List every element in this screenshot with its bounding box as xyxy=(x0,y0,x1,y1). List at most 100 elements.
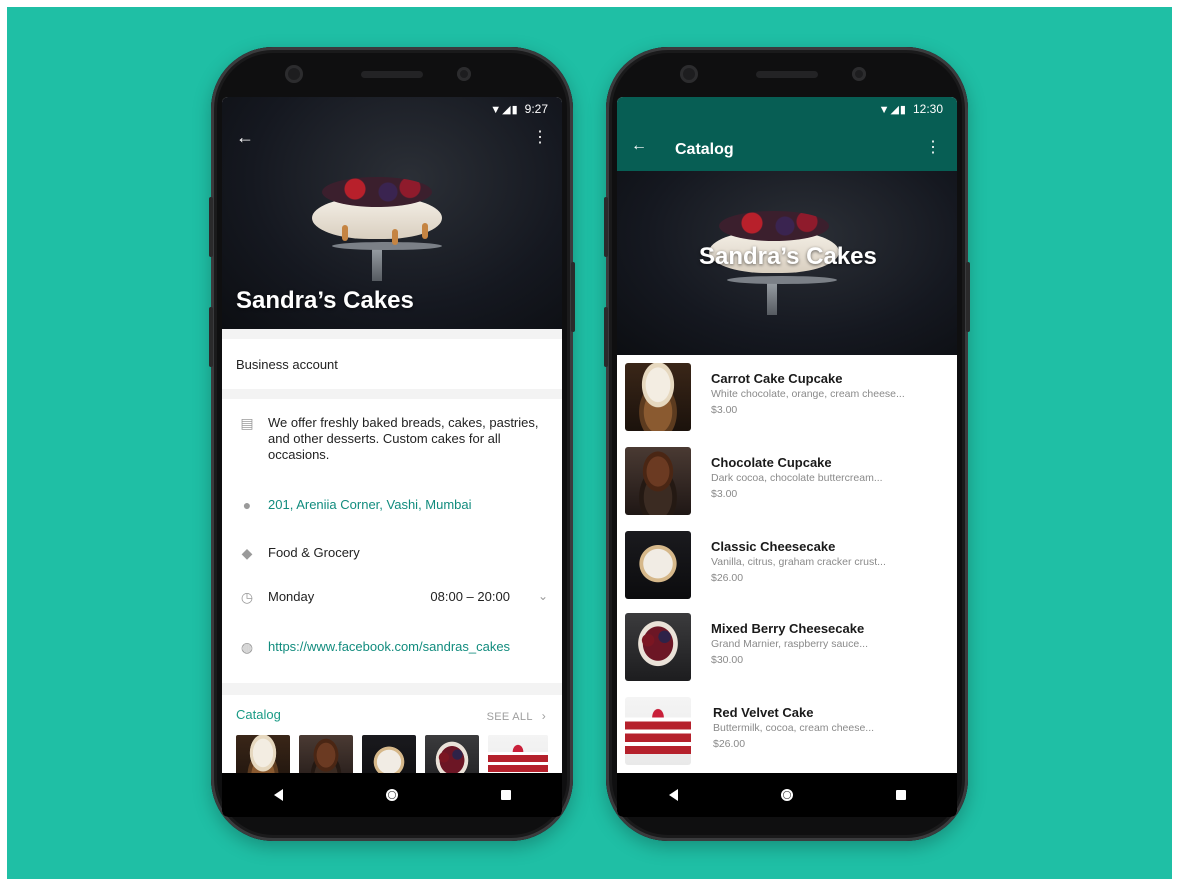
power-button xyxy=(966,262,970,332)
catalog-app-bar: ▼◢▮ 12:30 ← Catalog ⋮ xyxy=(617,97,957,171)
business-description: We offer freshly baked breads, cakes, pa… xyxy=(268,415,539,462)
account-type-card: Business account xyxy=(222,339,562,389)
iris-sensor xyxy=(457,67,471,81)
item-description: Dark cocoa, chocolate buttercream... xyxy=(711,472,883,484)
item-thumb xyxy=(625,447,691,515)
cake-berries xyxy=(322,177,432,207)
tag-icon: ◆ xyxy=(241,545,253,561)
catalog-page-title: Catalog xyxy=(675,141,734,158)
back-arrow-icon[interactable]: ← xyxy=(236,127,254,148)
android-nav-bar xyxy=(222,773,562,817)
hours-time: 08:00 – 20:00 xyxy=(430,589,510,604)
front-camera xyxy=(680,65,698,83)
caramel-drip xyxy=(422,223,428,239)
phone-left: ▼◢▮ 9:27 ← ⋮ Sandra’s Cakes Business acc… xyxy=(209,47,575,841)
signal-battery-icon: ▼◢▮ xyxy=(490,103,519,116)
item-price: $3.00 xyxy=(711,488,738,500)
status-bar: ▼◢▮ 12:30 xyxy=(617,97,957,121)
see-all-label: SEE ALL xyxy=(486,711,533,723)
category-row: ◆ Food & Grocery xyxy=(236,545,548,562)
signal-battery-icon: ▼◢▮ xyxy=(878,103,907,116)
cake-stand xyxy=(727,276,837,284)
catalog-item[interactable]: Chocolate Cupcake Dark cocoa, chocolate … xyxy=(617,439,957,521)
catalog-title: Catalog xyxy=(236,707,281,722)
hours-row[interactable]: ◷ Monday 08:00 – 20:00 ⌄ xyxy=(236,589,548,606)
android-nav-bar xyxy=(617,773,957,817)
bixby-button xyxy=(209,307,213,367)
back-arrow-icon[interactable]: ← xyxy=(631,137,647,155)
more-vert-icon[interactable]: ⋮ xyxy=(925,137,941,157)
more-vert-icon[interactable]: ⋮ xyxy=(532,127,548,147)
item-name: Carrot Cake Cupcake xyxy=(711,371,843,386)
cake-stand-stem xyxy=(767,281,777,315)
catalog-item[interactable]: Carrot Cake Cupcake White chocolate, ora… xyxy=(617,355,957,437)
address-row[interactable]: ● 201, Areniia Corner, Vashi, Mumbai xyxy=(236,497,548,513)
status-time: 9:27 xyxy=(524,102,548,116)
cake-berries xyxy=(719,211,829,241)
business-info-card: ▤ We offer freshly baked breads, cakes, … xyxy=(222,399,562,683)
see-all-link[interactable]: SEE ALL › xyxy=(487,709,546,723)
store-icon: ▤ xyxy=(240,415,254,431)
item-name: Red Velvet Cake xyxy=(713,705,814,720)
item-price: $26.00 xyxy=(713,738,746,750)
item-description: Grand Marnier, raspberry sauce... xyxy=(711,638,868,650)
nav-recents-icon[interactable] xyxy=(895,790,906,800)
bixby-button xyxy=(604,307,608,367)
account-type-label: Business account xyxy=(236,357,338,372)
caramel-drip xyxy=(392,229,398,245)
item-name: Chocolate Cupcake xyxy=(711,455,832,470)
caramel-drip xyxy=(342,225,348,241)
volume-button xyxy=(209,197,213,257)
website-row[interactable]: ◍ https://www.facebook.com/sandras_cakes xyxy=(236,639,548,656)
item-price: $3.00 xyxy=(711,404,738,416)
iris-sensor xyxy=(852,67,866,81)
item-thumb xyxy=(625,531,691,599)
power-button xyxy=(571,262,575,332)
item-name: Classic Cheesecake xyxy=(711,539,836,554)
nav-home-icon[interactable] xyxy=(780,789,793,801)
earpiece-speaker xyxy=(756,71,818,78)
business-website[interactable]: https://www.facebook.com/sandras_cakes xyxy=(268,639,548,655)
catalog-cover-photo: Sandra’s Cakes xyxy=(617,171,957,355)
catalog-item[interactable]: Mixed Berry Cheesecake Grand Marnier, ra… xyxy=(617,605,957,687)
item-description: White chocolate, orange, cream cheese... xyxy=(711,388,905,400)
volume-button xyxy=(604,197,608,257)
business-name: Sandra’s Cakes xyxy=(236,287,414,314)
item-description: Buttermilk, cocoa, cream cheese... xyxy=(713,722,875,734)
globe-icon: ◍ xyxy=(240,639,254,655)
earpiece-speaker xyxy=(361,71,423,78)
hours-day: Monday xyxy=(268,589,315,604)
profile-screen: ▼◢▮ 9:27 ← ⋮ Sandra’s Cakes Business acc… xyxy=(222,97,562,817)
clock-icon: ◷ xyxy=(240,589,254,605)
cake-stand-stem xyxy=(372,247,382,281)
catalog-item[interactable]: Red Velvet Cake Buttermilk, cocoa, cream… xyxy=(617,689,957,771)
nav-recents-icon[interactable] xyxy=(500,790,511,800)
cake-stand xyxy=(332,242,442,250)
catalog-item[interactable]: Classic Cheesecake Vanilla, citrus, grah… xyxy=(617,523,957,605)
status-bar: ▼◢▮ 9:27 xyxy=(222,97,562,121)
catalog-business-name: Sandra’s Cakes xyxy=(699,243,877,270)
description-row: ▤ We offer freshly baked breads, cakes, … xyxy=(236,415,548,463)
business-address[interactable]: 201, Areniia Corner, Vashi, Mumbai xyxy=(268,497,548,513)
teal-background: ▼◢▮ 9:27 ← ⋮ Sandra’s Cakes Business acc… xyxy=(7,7,1172,879)
profile-cover-photo: ← ⋮ Sandra’s Cakes xyxy=(222,97,562,329)
item-price: $30.00 xyxy=(711,654,744,666)
location-pin-icon: ● xyxy=(242,497,252,513)
item-thumb xyxy=(625,363,691,431)
item-thumb xyxy=(625,697,691,765)
item-thumb xyxy=(625,613,691,681)
business-category: Food & Grocery xyxy=(268,545,360,560)
chevron-right-icon: › xyxy=(541,709,546,723)
status-time: 12:30 xyxy=(912,102,943,116)
catalog-preview-card: Catalog SEE ALL › xyxy=(222,695,562,791)
item-name: Mixed Berry Cheesecake xyxy=(711,621,865,636)
catalog-screen: ▼◢▮ 12:30 ← Catalog ⋮ Sandra’s Cakes Car… xyxy=(617,97,957,817)
item-description: Vanilla, citrus, graham cracker crust... xyxy=(711,556,886,568)
front-camera xyxy=(285,65,303,83)
item-price: $26.00 xyxy=(711,572,744,584)
nav-home-icon[interactable] xyxy=(385,789,398,801)
chevron-down-icon[interactable]: ⌄ xyxy=(538,589,548,603)
nav-back-icon[interactable] xyxy=(668,789,678,801)
nav-back-icon[interactable] xyxy=(273,789,283,801)
phone-right: ▼◢▮ 12:30 ← Catalog ⋮ Sandra’s Cakes Car… xyxy=(604,47,970,841)
